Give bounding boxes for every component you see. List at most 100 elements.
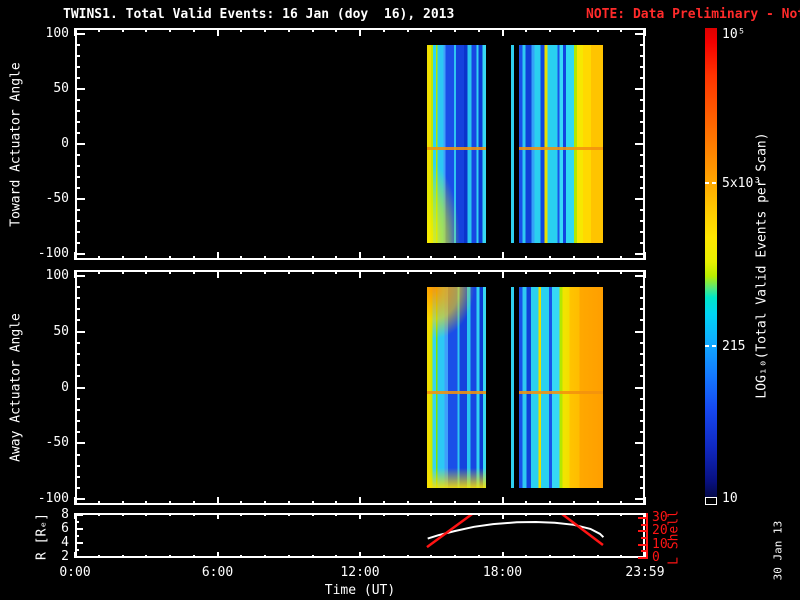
spectrogram-block <box>518 44 603 244</box>
tick <box>75 386 85 389</box>
tick <box>75 253 85 256</box>
tick <box>75 165 80 168</box>
tick <box>75 352 80 355</box>
tick <box>97 501 100 505</box>
tick <box>311 501 314 505</box>
tick <box>430 501 433 505</box>
tick <box>382 270 385 274</box>
tick-label-lshell: 0 <box>652 550 660 565</box>
x-axis-label: Time (UT) <box>324 583 396 598</box>
tick <box>620 501 623 505</box>
tick <box>192 28 195 32</box>
lshell-curve <box>426 515 473 549</box>
tick <box>644 497 646 505</box>
tick <box>640 242 645 245</box>
tick <box>635 198 645 201</box>
tick <box>572 501 575 505</box>
tick <box>430 28 433 32</box>
tick <box>287 28 290 32</box>
tick <box>169 28 171 32</box>
tick <box>640 187 645 190</box>
tick <box>75 32 85 35</box>
tick <box>572 270 575 274</box>
tick <box>335 256 338 260</box>
tick <box>640 120 645 123</box>
tick <box>75 476 80 479</box>
tick <box>287 270 290 274</box>
tick <box>640 154 645 157</box>
tick <box>640 43 645 46</box>
tick-label: 100 <box>45 267 69 283</box>
tick-label: 4 <box>61 534 69 550</box>
tick <box>75 487 80 490</box>
spectrogram-block <box>518 286 603 489</box>
colorbar-label: LOG₁₀(Total Valid Events per Scan) <box>754 132 770 399</box>
tick <box>640 131 645 134</box>
tick <box>240 501 243 505</box>
tick <box>549 256 551 260</box>
tick <box>75 187 80 190</box>
tick-label: 0 <box>61 136 69 151</box>
colorbar-tick-label: 10⁵ <box>722 26 746 42</box>
tick-label: 0 <box>61 379 69 395</box>
tick <box>640 296 645 299</box>
tick-label: 2 <box>61 548 69 564</box>
tick <box>640 476 645 479</box>
x-tick-label: 12:00 <box>340 565 380 580</box>
tick <box>121 28 124 32</box>
colorbar-tick-dash <box>705 345 717 348</box>
tick <box>549 270 551 274</box>
tick <box>145 28 148 32</box>
tick <box>635 330 645 333</box>
tick <box>75 87 85 90</box>
tick <box>382 501 385 505</box>
x-tick-label: 6:00 <box>201 565 234 580</box>
spectrogram-block <box>511 286 515 489</box>
tick <box>75 242 80 245</box>
tick <box>311 28 314 32</box>
tick <box>501 252 504 260</box>
tick <box>640 231 645 234</box>
colorbar <box>705 28 717 505</box>
tick <box>596 270 599 274</box>
tick <box>75 285 80 288</box>
tick <box>359 270 361 278</box>
tick <box>640 209 645 212</box>
tick <box>525 501 528 505</box>
tick <box>620 256 623 260</box>
tick <box>640 487 645 490</box>
tick <box>640 98 645 101</box>
tick <box>74 497 76 505</box>
tick <box>477 256 480 260</box>
tick <box>430 256 433 260</box>
tick <box>75 120 80 123</box>
tick <box>640 464 645 467</box>
tick <box>121 256 124 260</box>
tick <box>216 497 219 505</box>
tick <box>311 270 314 274</box>
block-overlay-ortr <box>518 286 603 489</box>
tick <box>454 256 456 260</box>
tick <box>359 28 361 36</box>
tick <box>75 308 80 311</box>
x-tick-label: 18:00 <box>482 565 523 580</box>
tick <box>75 176 80 179</box>
tick <box>75 98 80 101</box>
creation-date-stamp: 30 Jan 13 <box>771 520 785 581</box>
figure: TWINS1. Total Valid Events: 16 Jan (doy … <box>0 0 800 600</box>
tick <box>75 43 80 46</box>
tick <box>644 252 646 260</box>
tick <box>501 28 504 36</box>
x-tick-label: 23:59 <box>625 565 665 580</box>
tick-label: 50 <box>53 80 69 96</box>
spectrogram-block <box>511 44 515 244</box>
tick <box>572 28 575 32</box>
tick <box>74 28 76 36</box>
tick <box>635 143 645 145</box>
tick <box>640 408 645 411</box>
tick <box>406 270 409 274</box>
tick <box>287 256 290 260</box>
tick <box>501 270 504 278</box>
tick <box>75 420 80 423</box>
tick <box>635 87 645 90</box>
